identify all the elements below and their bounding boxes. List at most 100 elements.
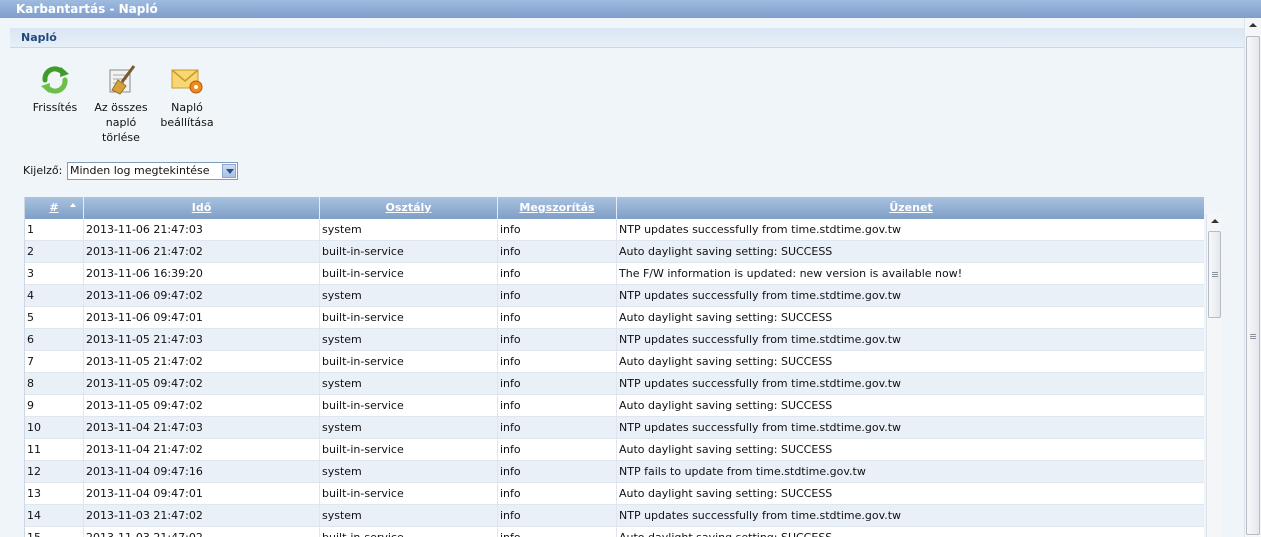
cell-message: NTP updates successfully from time.stdti… bbox=[619, 421, 902, 434]
page-scrollbar[interactable] bbox=[1244, 18, 1261, 537]
cell-constraint: info bbox=[498, 285, 617, 306]
cell-number: 10 bbox=[25, 417, 84, 438]
cell-class: system bbox=[320, 329, 498, 350]
column-header-message[interactable]: Üzenet bbox=[617, 197, 1205, 219]
envelope-gear-icon bbox=[171, 69, 203, 94]
cell-time: 2013-11-05 21:47:03 bbox=[84, 329, 320, 350]
column-header-number[interactable]: # bbox=[25, 197, 84, 219]
cell-number: 14 bbox=[25, 505, 84, 526]
table-row[interactable]: 1 2013-11-06 21:47:03 system info NTP update… bbox=[25, 219, 1204, 241]
cell-message: NTP updates successfully from time.stdti… bbox=[619, 509, 902, 522]
cell-message: NTP updates successfully from time.stdti… bbox=[619, 333, 902, 346]
cell-number: 4 bbox=[25, 285, 84, 306]
cell-constraint: info bbox=[498, 219, 617, 240]
table-row[interactable]: 2 2013-11-06 21:47:02 built-in-service info… bbox=[25, 241, 1204, 263]
cell-constraint: info bbox=[498, 373, 617, 394]
cell-time: 2013-11-03 21:47:02 bbox=[84, 527, 320, 537]
cell-time: 2013-11-03 21:47:02 bbox=[84, 505, 320, 526]
cell-number: 13 bbox=[25, 483, 84, 504]
cell-constraint: info bbox=[498, 307, 617, 328]
cell-time: 2013-11-06 21:47:02 bbox=[84, 241, 320, 262]
cell-number: 12 bbox=[25, 461, 84, 482]
filter-selected-value: Minden log megtekintése bbox=[70, 164, 210, 177]
cell-number: 1 bbox=[25, 219, 84, 240]
cell-constraint: info bbox=[498, 439, 617, 460]
cell-time: 2013-11-06 09:47:02 bbox=[84, 285, 320, 306]
cell-class: system bbox=[320, 373, 498, 394]
cell-class: system bbox=[320, 417, 498, 438]
scroll-up-icon[interactable] bbox=[1208, 214, 1222, 228]
cell-number: 8 bbox=[25, 373, 84, 394]
cell-class: built-in-service bbox=[320, 483, 498, 504]
cell-message: NTP updates successfully from time.stdti… bbox=[619, 377, 902, 390]
cell-message: Auto daylight saving setting: SUCCESS bbox=[619, 355, 833, 368]
column-header-constraint[interactable]: Megszorítás bbox=[498, 197, 617, 219]
table-row[interactable]: 9 2013-11-05 09:47:02 built-in-service info… bbox=[25, 395, 1204, 417]
cell-constraint: info bbox=[498, 483, 617, 504]
table-header: # Idő Osztály Megszorítás Üzenet bbox=[25, 197, 1204, 219]
cell-time: 2013-11-04 09:47:16 bbox=[84, 461, 320, 482]
table-row[interactable]: 10 2013-11-04 21:47:03 system info NTP updat… bbox=[25, 417, 1204, 439]
cell-message: Auto daylight saving setting: SUCCESS bbox=[619, 399, 833, 412]
cell-constraint: info bbox=[498, 505, 617, 526]
refresh-button[interactable]: Frissítés bbox=[26, 64, 84, 115]
table-scrollbar[interactable] bbox=[1206, 214, 1221, 537]
cell-constraint: info bbox=[498, 351, 617, 372]
cell-class: system bbox=[320, 505, 498, 526]
table-row[interactable]: 152013-11-03 21:47:02built-in-serviceinf… bbox=[25, 527, 1204, 537]
cell-message: Auto daylight saving setting: SUCCESS bbox=[619, 311, 833, 324]
cell-time: 2013-11-05 09:47:02 bbox=[84, 395, 320, 416]
clear-all-logs-button[interactable]: Az összes napló törlése bbox=[89, 64, 153, 145]
table-row[interactable]: 8 2013-11-05 09:47:02 system info NTP update… bbox=[25, 373, 1204, 395]
table-row[interactable]: 3 2013-11-06 16:39:20 built-in-service info… bbox=[25, 263, 1204, 285]
table-scroll-thumb[interactable] bbox=[1208, 231, 1221, 318]
chevron-down-icon[interactable] bbox=[222, 164, 236, 178]
cell-message: Auto daylight saving setting: SUCCESS bbox=[617, 527, 1205, 537]
table-row[interactable]: 6 2013-11-05 21:47:03 system info NTP update… bbox=[25, 329, 1204, 351]
cell-time: 2013-11-04 21:47:02 bbox=[84, 439, 320, 460]
cell-number: 2 bbox=[25, 241, 84, 262]
log-settings-button[interactable]: Napló beállítása bbox=[156, 64, 218, 130]
cell-message: NTP updates successfully from time.stdti… bbox=[619, 289, 902, 302]
table-row[interactable]: 12 2013-11-04 09:47:16 system info NTP fails… bbox=[25, 461, 1204, 483]
cell-time: 2013-11-06 16:39:20 bbox=[84, 263, 320, 284]
refresh-label: Frissítés bbox=[32, 101, 78, 114]
log-settings-label: Napló beállítása bbox=[160, 101, 214, 129]
cell-constraint: info bbox=[498, 417, 617, 438]
cell-message: The F/W information is updated: new vers… bbox=[619, 267, 963, 280]
table-row[interactable]: 4 2013-11-06 09:47:02 system info NTP update… bbox=[25, 285, 1204, 307]
cell-number: 3 bbox=[25, 263, 84, 284]
table-body: 1 2013-11-06 21:47:03 system info NTP update… bbox=[25, 219, 1204, 537]
cell-constraint: info bbox=[498, 241, 617, 262]
log-table: # Idő Osztály Megszorítás Üzenet 1 2013-1… bbox=[24, 197, 1204, 537]
table-row[interactable]: 14 2013-11-03 21:47:02 system info NTP updat… bbox=[25, 505, 1204, 527]
sort-ascending-icon bbox=[70, 203, 76, 207]
table-row[interactable]: 11 2013-11-04 21:47:02 built-in-service inf… bbox=[25, 439, 1204, 461]
cell-constraint: info bbox=[498, 263, 617, 284]
cell-class: built-in-service bbox=[320, 351, 498, 372]
table-row[interactable]: 13 2013-11-04 09:47:01 built-in-service inf… bbox=[25, 483, 1204, 505]
table-row[interactable]: 5 2013-11-06 09:47:01 built-in-service info… bbox=[25, 307, 1204, 329]
cell-class: system bbox=[320, 461, 498, 482]
cell-constraint: info bbox=[498, 329, 617, 350]
cell-class: built-in-service bbox=[320, 395, 498, 416]
cell-number: 7 bbox=[25, 351, 84, 372]
cell-class: built-in-service bbox=[320, 439, 498, 460]
page-scroll-thumb[interactable] bbox=[1246, 36, 1260, 535]
column-header-class[interactable]: Osztály bbox=[320, 197, 498, 219]
cell-number: 15 bbox=[25, 527, 84, 537]
cell-message: Auto daylight saving setting: SUCCESS bbox=[619, 443, 833, 456]
cell-number: 6 bbox=[25, 329, 84, 350]
page-scroll-up-icon[interactable] bbox=[1246, 18, 1261, 34]
cell-class: built-in-service bbox=[320, 263, 498, 284]
cell-class: built-in-service bbox=[320, 241, 498, 262]
cell-time: 2013-11-06 09:47:01 bbox=[84, 307, 320, 328]
cell-class: built-in-service bbox=[320, 527, 498, 537]
table-row[interactable]: 7 2013-11-05 21:47:02 built-in-service info… bbox=[25, 351, 1204, 373]
filter-select[interactable]: Minden log megtekintése bbox=[67, 162, 238, 180]
column-header-time[interactable]: Idő bbox=[84, 197, 320, 219]
cell-number: 11 bbox=[25, 439, 84, 460]
window-title: Karbantartás - Napló bbox=[0, 0, 1261, 18]
section-title: Napló bbox=[10, 28, 1244, 48]
cell-class: built-in-service bbox=[320, 307, 498, 328]
